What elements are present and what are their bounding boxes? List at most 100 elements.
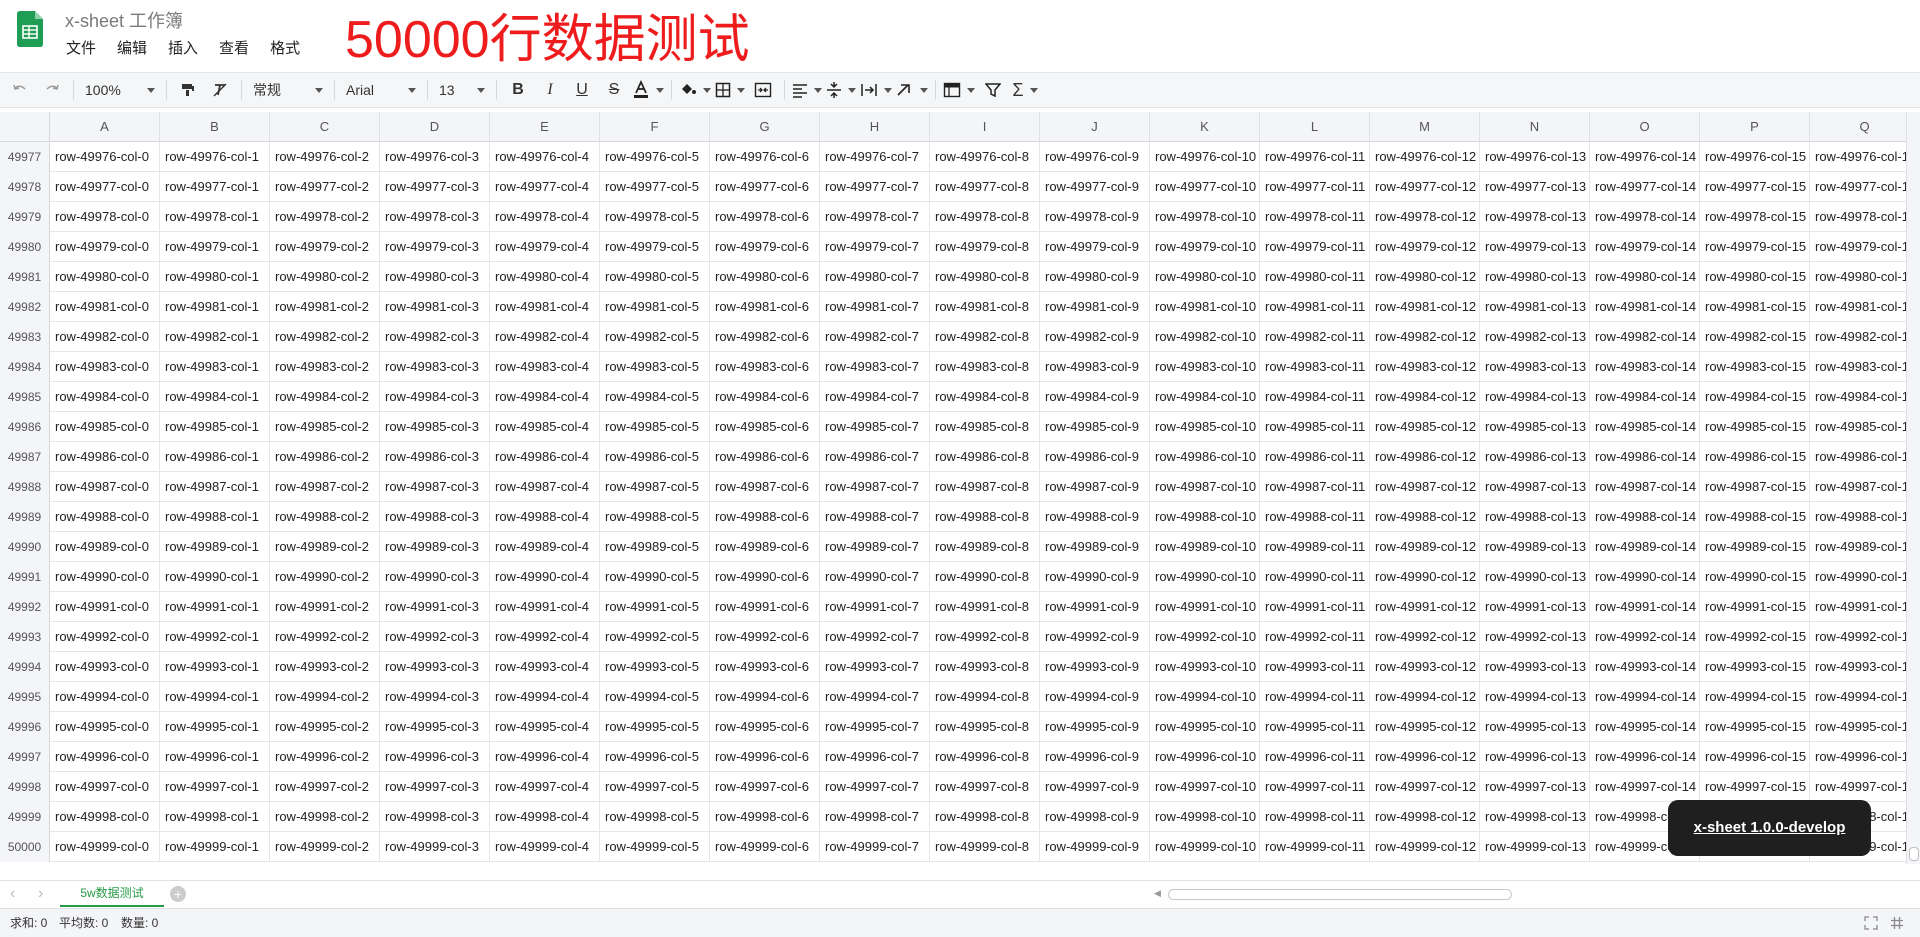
cell[interactable]: row-49982-col-0 — [50, 322, 160, 352]
cell[interactable]: row-49978-col-6 — [710, 202, 820, 232]
cell[interactable]: row-49987-col-1 — [160, 472, 270, 502]
cell[interactable]: row-49996-col-13 — [1480, 742, 1590, 772]
cell[interactable]: row-49980-col-16 — [1810, 262, 1906, 292]
cell[interactable]: row-49993-col-15 — [1700, 652, 1810, 682]
cell[interactable]: row-49987-col-5 — [600, 472, 710, 502]
cell[interactable]: row-49984-col-3 — [380, 382, 490, 412]
cell[interactable]: row-49988-col-9 — [1040, 502, 1150, 532]
cell[interactable]: row-49983-col-1 — [160, 352, 270, 382]
cell[interactable]: row-49979-col-12 — [1370, 232, 1480, 262]
cell[interactable]: row-49980-col-5 — [600, 262, 710, 292]
cell[interactable]: row-49978-col-11 — [1260, 202, 1370, 232]
cell[interactable]: row-49995-col-15 — [1700, 712, 1810, 742]
cell[interactable]: row-49990-col-11 — [1260, 562, 1370, 592]
cell[interactable]: row-49991-col-12 — [1370, 592, 1480, 622]
column-header-f[interactable]: F — [600, 112, 710, 142]
cell[interactable]: row-49976-col-13 — [1480, 142, 1590, 172]
cell[interactable]: row-49991-col-0 — [50, 592, 160, 622]
cell[interactable]: row-49998-col-13 — [1480, 802, 1590, 832]
cell[interactable]: row-49980-col-12 — [1370, 262, 1480, 292]
cell[interactable]: row-49996-col-0 — [50, 742, 160, 772]
cell[interactable]: row-49996-col-16 — [1810, 742, 1906, 772]
cell[interactable]: row-49998-col-2 — [270, 802, 380, 832]
cell[interactable]: row-49992-col-14 — [1590, 622, 1700, 652]
cell[interactable]: row-49987-col-15 — [1700, 472, 1810, 502]
cell[interactable]: row-49976-col-0 — [50, 142, 160, 172]
cell[interactable]: row-49980-col-15 — [1700, 262, 1810, 292]
cell[interactable]: row-49982-col-11 — [1260, 322, 1370, 352]
text-wrap-button[interactable] — [860, 76, 892, 104]
cell[interactable]: row-49979-col-9 — [1040, 232, 1150, 262]
cell[interactable]: row-49986-col-13 — [1480, 442, 1590, 472]
cell[interactable]: row-49999-col-13 — [1480, 832, 1590, 862]
cell[interactable]: row-49991-col-15 — [1700, 592, 1810, 622]
cell[interactable]: row-49986-col-0 — [50, 442, 160, 472]
cell[interactable]: row-49981-col-3 — [380, 292, 490, 322]
cell[interactable]: row-49993-col-13 — [1480, 652, 1590, 682]
fullscreen-icon[interactable] — [1864, 916, 1878, 930]
cell[interactable]: row-49992-col-0 — [50, 622, 160, 652]
cell[interactable]: row-49991-col-8 — [930, 592, 1040, 622]
cell[interactable]: row-49979-col-16 — [1810, 232, 1906, 262]
cell[interactable]: row-49995-col-3 — [380, 712, 490, 742]
sheet-grid[interactable]: ABCDEFGHIJKLMNOPQ 49977 row-49976-col-0 ro… — [0, 112, 1906, 864]
cell[interactable]: row-49984-col-11 — [1260, 382, 1370, 412]
cell[interactable]: row-49984-col-6 — [710, 382, 820, 412]
cell[interactable]: row-49980-col-11 — [1260, 262, 1370, 292]
cell[interactable]: row-49987-col-2 — [270, 472, 380, 502]
redo-button[interactable] — [38, 76, 66, 104]
cell[interactable]: row-49994-col-1 — [160, 682, 270, 712]
cell[interactable]: row-49989-col-12 — [1370, 532, 1480, 562]
cell[interactable]: row-49999-col-2 — [270, 832, 380, 862]
cell[interactable]: row-49994-col-15 — [1700, 682, 1810, 712]
cell[interactable]: row-49990-col-2 — [270, 562, 380, 592]
cell[interactable]: row-49989-col-8 — [930, 532, 1040, 562]
cell[interactable]: row-49978-col-8 — [930, 202, 1040, 232]
strikethrough-button[interactable]: S — [600, 76, 628, 104]
cell[interactable]: row-49985-col-3 — [380, 412, 490, 442]
cell[interactable]: row-49987-col-16 — [1810, 472, 1906, 502]
cell[interactable]: row-49981-col-0 — [50, 292, 160, 322]
cell[interactable]: row-49987-col-14 — [1590, 472, 1700, 502]
cell[interactable]: row-49977-col-7 — [820, 172, 930, 202]
cell[interactable]: row-49996-col-8 — [930, 742, 1040, 772]
cell[interactable]: row-49988-col-7 — [820, 502, 930, 532]
cell[interactable]: row-49984-col-8 — [930, 382, 1040, 412]
column-header-e[interactable]: E — [490, 112, 600, 142]
cell[interactable]: row-49982-col-14 — [1590, 322, 1700, 352]
align-button[interactable] — [792, 76, 822, 104]
cell[interactable]: row-49991-col-5 — [600, 592, 710, 622]
cell[interactable]: row-49983-col-3 — [380, 352, 490, 382]
column-header-b[interactable]: B — [160, 112, 270, 142]
cell[interactable]: row-49999-col-10 — [1150, 832, 1260, 862]
cell[interactable]: row-49976-col-12 — [1370, 142, 1480, 172]
cell[interactable]: row-49992-col-8 — [930, 622, 1040, 652]
cell[interactable]: row-49993-col-16 — [1810, 652, 1906, 682]
cell[interactable]: row-49978-col-15 — [1700, 202, 1810, 232]
cell[interactable]: row-49993-col-5 — [600, 652, 710, 682]
cell[interactable]: row-49997-col-8 — [930, 772, 1040, 802]
cell[interactable]: row-49997-col-14 — [1590, 772, 1700, 802]
cell[interactable]: row-49986-col-7 — [820, 442, 930, 472]
cell[interactable]: row-49987-col-13 — [1480, 472, 1590, 502]
cell[interactable]: row-49994-col-5 — [600, 682, 710, 712]
cell[interactable]: row-49998-col-3 — [380, 802, 490, 832]
cell[interactable]: row-49989-col-10 — [1150, 532, 1260, 562]
cell[interactable]: row-49990-col-16 — [1810, 562, 1906, 592]
cell[interactable]: row-49989-col-6 — [710, 532, 820, 562]
chevron-right-icon[interactable]: › — [38, 885, 43, 903]
number-format-dropdown[interactable]: 常规 — [247, 76, 329, 104]
text-rotate-button[interactable] — [896, 76, 928, 104]
cell[interactable]: row-49985-col-0 — [50, 412, 160, 442]
vertical-scrollbar[interactable] — [1906, 112, 1920, 864]
cell[interactable]: row-49978-col-13 — [1480, 202, 1590, 232]
cell[interactable]: row-49985-col-10 — [1150, 412, 1260, 442]
cell[interactable]: row-49983-col-12 — [1370, 352, 1480, 382]
cell[interactable]: row-49977-col-6 — [710, 172, 820, 202]
cell[interactable]: row-49985-col-16 — [1810, 412, 1906, 442]
row-header[interactable]: 49996 — [0, 712, 50, 742]
cell[interactable]: row-49995-col-0 — [50, 712, 160, 742]
cell[interactable]: row-49983-col-9 — [1040, 352, 1150, 382]
cell[interactable]: row-49987-col-10 — [1150, 472, 1260, 502]
cell[interactable]: row-49980-col-6 — [710, 262, 820, 292]
